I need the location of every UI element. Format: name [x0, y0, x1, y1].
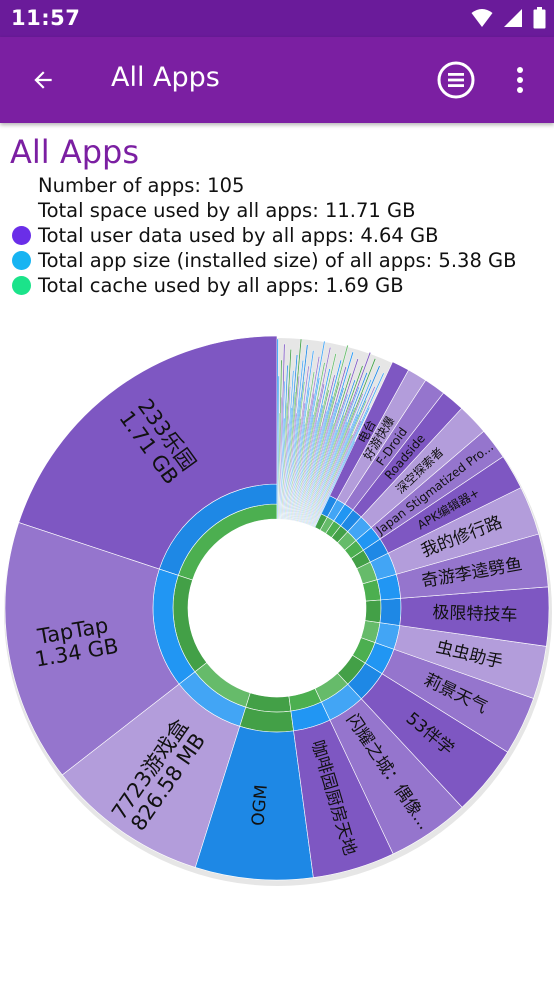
- arrow-back-icon: [34, 71, 52, 89]
- slice-label: OGM: [248, 784, 271, 827]
- legend-dot-cache: [12, 276, 31, 295]
- back-button[interactable]: [22, 59, 64, 101]
- app-bar: All Apps: [0, 37, 554, 123]
- stat-text: Total app size (installed size) of all a…: [38, 249, 517, 272]
- list-icon: [437, 61, 475, 99]
- page-title: All Apps: [10, 133, 140, 171]
- signal-icon: [504, 9, 522, 27]
- slice-label: 极限特技车: [432, 603, 518, 626]
- stat-text: Number of apps: 105: [38, 174, 245, 197]
- list-view-button[interactable]: [434, 58, 478, 102]
- status-time: 11:57: [11, 6, 81, 30]
- stat-total-space: Total space used by all apps: 11.71 GB: [12, 198, 517, 223]
- stat-text: Total user data used by all apps: 4.64 G…: [38, 224, 439, 247]
- app-bar-title: All Apps: [111, 62, 220, 93]
- stat-app-count: Number of apps: 105: [12, 173, 517, 198]
- wifi-icon: [471, 9, 493, 27]
- stats-list: Number of apps: 105 Total space used by …: [12, 173, 517, 298]
- app-usage-sunburst-chart[interactable]: 233乐园1.71 GBTapTap1.34 GB7723游戏盒826.58 M…: [0, 323, 554, 913]
- status-icons: [471, 6, 546, 30]
- stat-app-size: Total app size (installed size) of all a…: [12, 248, 517, 273]
- status-bar: 11:57: [0, 0, 554, 37]
- stat-cache: Total cache used by all apps: 1.69 GB: [12, 273, 517, 298]
- overflow-menu-button[interactable]: [505, 58, 535, 102]
- stat-text: Total space used by all apps: 11.71 GB: [38, 199, 416, 222]
- cache-segment: [364, 599, 382, 624]
- stat-user-data: Total user data used by all apps: 4.64 G…: [12, 223, 517, 248]
- stat-text: Total cache used by all apps: 1.69 GB: [38, 274, 404, 297]
- legend-dot-user-data: [12, 226, 31, 245]
- app-size-segment: [379, 598, 402, 626]
- legend-dot-app-size: [12, 251, 31, 270]
- chart-center-hole: [188, 519, 366, 697]
- battery-icon: [533, 7, 546, 29]
- more-vert-icon: [517, 67, 523, 93]
